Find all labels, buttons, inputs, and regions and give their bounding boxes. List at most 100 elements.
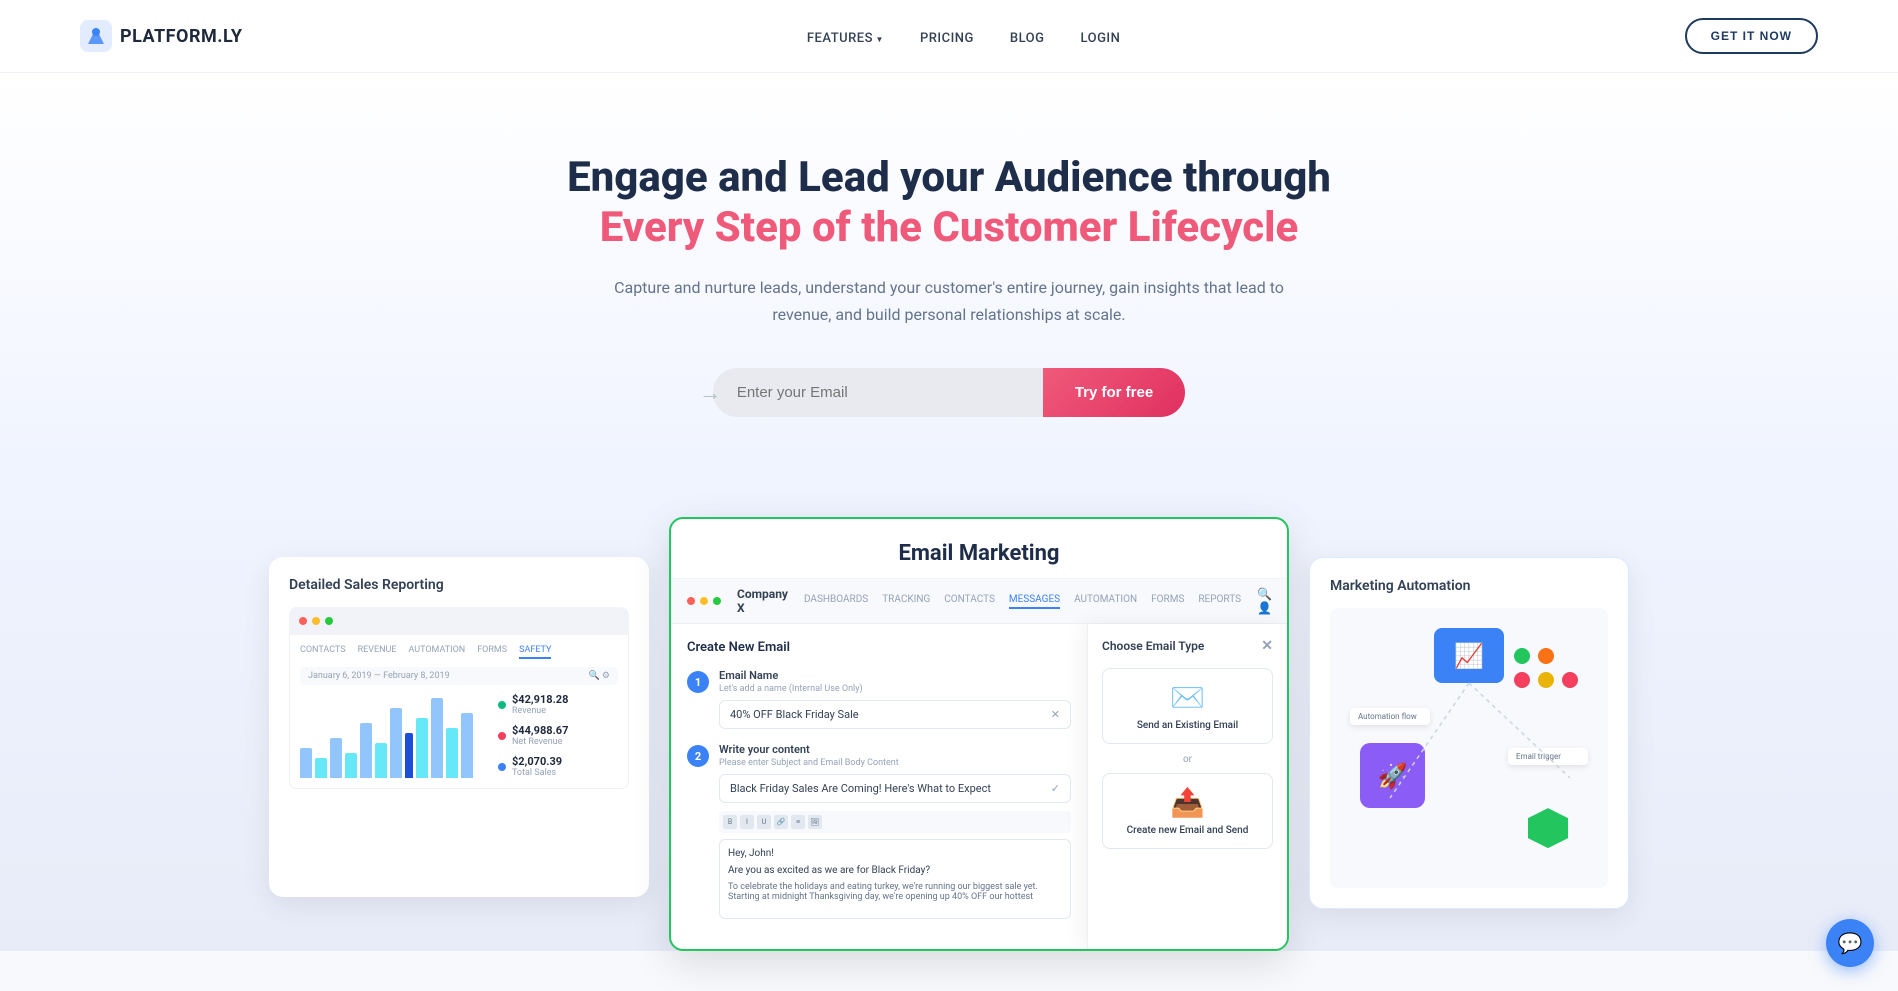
- nav-pricing[interactable]: PRICING: [920, 31, 974, 46]
- panel-close-button[interactable]: ✕: [1261, 638, 1273, 654]
- browser-dot-red: [299, 617, 307, 625]
- logo-text: PLATFORM.ly: [120, 26, 243, 47]
- dot-green-1: [1514, 648, 1530, 664]
- email-form-panel: Create New Email 1 Email Name Let's add …: [671, 624, 1087, 949]
- dot-orange-1: [1538, 648, 1554, 664]
- editor-btn-list[interactable]: ≡: [791, 815, 805, 829]
- nav-features[interactable]: FEATURES: [807, 31, 884, 46]
- email-header-icons: 🔍 👤: [1257, 587, 1272, 615]
- panel-title: Choose Email Type ✕: [1102, 638, 1273, 654]
- arrow-decoration: →: [699, 380, 721, 406]
- logo-icon: [80, 20, 112, 52]
- create-email-title: Create New Email: [687, 640, 1071, 655]
- stats-list: $42,918.28 Revenue $44,988.67 Net Revenu…: [498, 693, 618, 778]
- send-existing-label: Send an Existing Email: [1115, 720, 1260, 731]
- bar-4: [345, 753, 357, 778]
- tab-revenue[interactable]: REVENUE: [358, 645, 397, 659]
- tab-contacts[interactable]: CONTACTS: [300, 645, 346, 659]
- create-new-option[interactable]: 📤 Create new Email and Send: [1102, 773, 1273, 849]
- sales-mini-tabs: CONTACTS REVENUE AUTOMATION FORMS SAFETY: [300, 645, 618, 659]
- chat-icon: 💬: [1838, 931, 1863, 955]
- editor-btn-italic[interactable]: I: [740, 815, 754, 829]
- automation-node-purple[interactable]: 🚀: [1360, 743, 1425, 808]
- try-for-free-button[interactable]: Try for free: [1043, 368, 1185, 417]
- sales-inner: CONTACTS REVENUE AUTOMATION FORMS SAFETY…: [289, 635, 629, 789]
- email-name-value: 40% OFF Black Friday Sale: [730, 708, 859, 721]
- tab-forms[interactable]: FORMS: [477, 645, 507, 659]
- bar-6: [375, 743, 387, 778]
- step-1-num: 1: [687, 671, 709, 693]
- editor-toolbar: B I U 🔗 ≡ 🖼: [719, 811, 1071, 833]
- hero-form: → Try for free: [20, 368, 1878, 417]
- stat-total-sales: $2,070.39 Total Sales: [498, 755, 618, 778]
- email-tab-messages[interactable]: MESSAGES: [1009, 594, 1060, 609]
- email-marketing-card: Email Marketing Company X DASHBOARDS TRA…: [669, 517, 1289, 951]
- bar-10: [431, 698, 443, 778]
- email-input[interactable]: [713, 368, 1043, 417]
- email-dot-green: [713, 597, 721, 605]
- stat-revenue: $42,918.28 Revenue: [498, 693, 618, 716]
- bar-3: [330, 738, 342, 778]
- step-1-label: Email Name: [719, 669, 1071, 682]
- email-dot-yellow: [700, 597, 708, 605]
- bar-5: [360, 723, 372, 778]
- email-browser: Company X DASHBOARDS TRACKING CONTACTS M…: [671, 579, 1287, 949]
- browser-dot-green: [325, 617, 333, 625]
- editor-btn-image[interactable]: 🖼: [808, 815, 822, 829]
- email-body[interactable]: Hey, John! Are you as excited as we are …: [719, 839, 1071, 919]
- browser-dot-yellow: [312, 617, 320, 625]
- automation-node-blue[interactable]: 📈: [1434, 628, 1504, 683]
- step-2-content: Write your content Please enter Subject …: [719, 743, 1071, 919]
- stat-revenue-content: $42,918.28 Revenue: [512, 693, 568, 716]
- hero-section: Engage and Lead your Audience through Ev…: [0, 73, 1898, 477]
- form-step-2: 2 Write your content Please enter Subjec…: [687, 743, 1071, 919]
- field-icon: ✕: [1051, 708, 1060, 721]
- logo[interactable]: PLATFORM.ly: [80, 20, 243, 52]
- email-content: Create New Email 1 Email Name Let's add …: [671, 624, 1287, 949]
- email-browser-dots: [687, 597, 721, 605]
- email-tab-contacts[interactable]: CONTACTS: [944, 594, 995, 609]
- send-existing-option[interactable]: ✉️ Send an Existing Email: [1102, 668, 1273, 744]
- bar-7: [390, 708, 402, 778]
- email-card-title: Email Marketing: [671, 519, 1287, 579]
- email-tab-dashboards[interactable]: DASHBOARDS: [804, 594, 868, 609]
- tab-safety[interactable]: SAFETY: [519, 645, 551, 659]
- get-it-now-button[interactable]: GET IT NOW: [1685, 18, 1818, 54]
- email-type-panel: Choose Email Type ✕ ✉️ Send an Existing …: [1087, 624, 1287, 949]
- stat-dot-blue: [498, 763, 506, 771]
- body-line3: To celebrate the holidays and eating tur…: [728, 882, 1062, 902]
- hexagon-shape: [1528, 808, 1568, 848]
- stat-total-sales-content: $2,070.39 Total Sales: [512, 755, 562, 778]
- subject-icon: ✓: [1051, 782, 1060, 795]
- subject-field[interactable]: Black Friday Sales Are Coming! Here's Wh…: [719, 774, 1071, 803]
- create-new-icon: 📤: [1115, 786, 1260, 819]
- nav-blog[interactable]: BLOG: [1010, 31, 1045, 46]
- email-tab-automation[interactable]: AUTOMATION: [1074, 594, 1137, 609]
- date-bar: January 6, 2019 — February 8, 2019 🔍 ⚙: [300, 667, 618, 685]
- node-chart-icon: 📈: [1454, 642, 1484, 670]
- email-tab-tracking[interactable]: TRACKING: [882, 594, 930, 609]
- hero-headline: Engage and Lead your Audience through Ev…: [549, 153, 1349, 254]
- email-tab-forms[interactable]: FORMS: [1151, 594, 1184, 609]
- dot-coral-2: [1562, 672, 1578, 688]
- stat-net-revenue-content: $44,988.67 Net Revenue: [512, 724, 568, 747]
- editor-btn-link[interactable]: 🔗: [774, 815, 788, 829]
- editor-btn-bold[interactable]: B: [723, 815, 737, 829]
- dot-row-1: [1514, 648, 1578, 664]
- email-tab-reports[interactable]: REPORTS: [1198, 594, 1241, 609]
- email-name-field[interactable]: 40% OFF Black Friday Sale ✕: [719, 700, 1071, 729]
- tab-automation[interactable]: AUTOMATION: [408, 645, 465, 659]
- dot-yellow-1: [1538, 672, 1554, 688]
- body-line1: Hey, John!: [728, 848, 1062, 859]
- browser-bar: [289, 607, 629, 635]
- step-2-hint: Please enter Subject and Email Body Cont…: [719, 758, 1071, 768]
- nav-login[interactable]: LOGIN: [1081, 31, 1121, 46]
- node-rocket-icon: 🚀: [1378, 762, 1408, 790]
- send-existing-icon: ✉️: [1115, 681, 1260, 714]
- mini-card-1: Automation flow: [1350, 708, 1430, 725]
- chat-bubble[interactable]: 💬: [1826, 919, 1874, 967]
- or-divider: or: [1102, 754, 1273, 765]
- cards-section: Detailed Sales Reporting CONTACTS REVENU…: [0, 477, 1898, 951]
- dot-row-2: [1514, 672, 1578, 688]
- editor-btn-underline[interactable]: U: [757, 815, 771, 829]
